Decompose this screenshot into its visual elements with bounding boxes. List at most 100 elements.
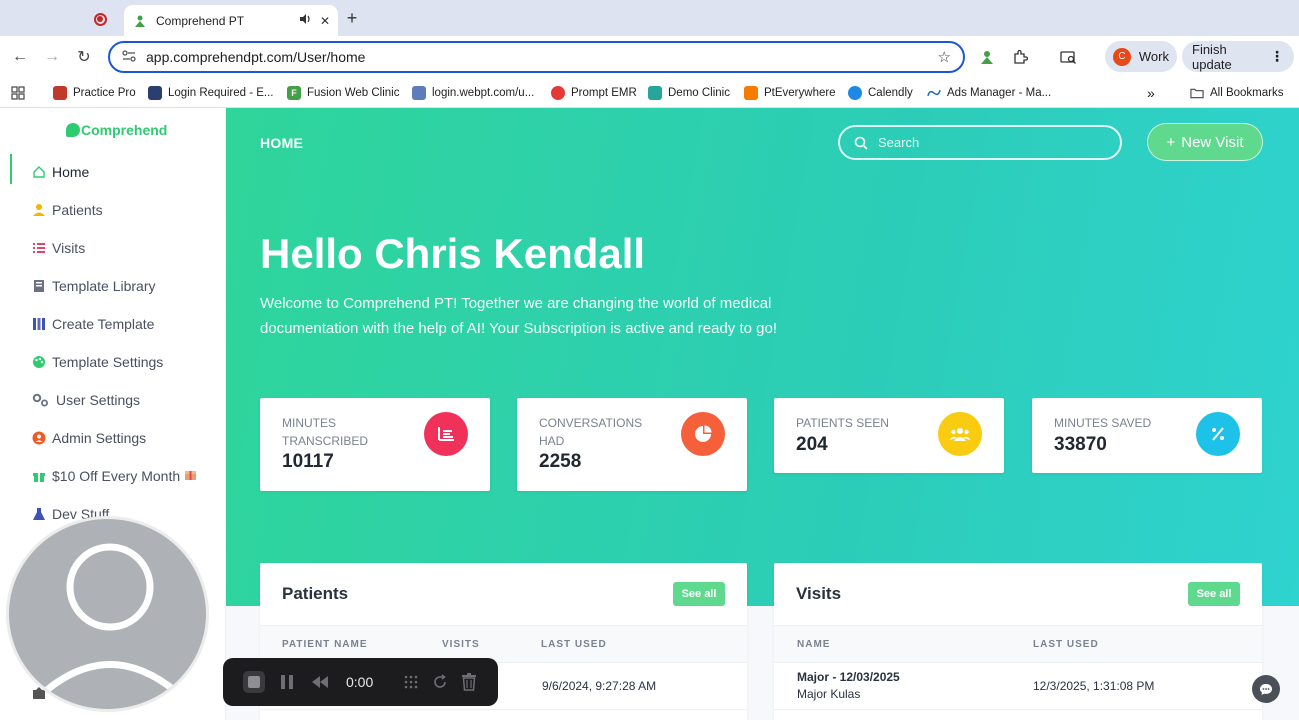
bookmark-label: Prompt EMR [571,87,637,99]
more-bookmarks-chevron-icon[interactable]: » [1147,82,1155,104]
visit-name-cell: Major - 12/03/2025 [797,670,900,684]
bookmark-item[interactable]: PtEverywhere [744,82,836,104]
chat-support-button[interactable] [1252,675,1280,703]
sidebar-item-admin-settings[interactable]: Admin Settings [32,426,146,450]
user-avatar-placeholder-icon [21,543,200,709]
address-bar[interactable]: app.comprehendpt.com/User/home ☆ [108,41,965,73]
bookmark-item[interactable]: Demo Clinic [648,82,730,104]
stop-recording-button[interactable] [243,671,265,693]
stat-card-minutes-transcribed: Minutes Transcribed 10117 [260,398,490,491]
bookmark-item[interactable]: Ads Manager - Ma... [927,82,1051,104]
brand-name: Comprehend [81,122,168,138]
bookmark-item[interactable]: Login Required - E... [148,82,273,104]
recording-toolbar: 0:00 [223,658,498,706]
new-visit-label: New Visit [1181,133,1244,151]
table-row[interactable]: Major - 12/03/2025 Major Kulas 12/3/2025… [774,663,1262,710]
sidebar-item-template-settings[interactable]: Template Settings [32,350,163,374]
sidebar-item-label: Create Template [52,316,155,332]
finish-update-button[interactable]: Finish update ⋮ [1182,41,1294,72]
browser-toolbar: ← → ↻ app.comprehendpt.com/User/home ☆ C… [0,36,1299,78]
reload-icon[interactable]: ↻ [73,46,95,68]
restart-button[interactable] [432,674,448,690]
bookmark-item[interactable]: F Fusion Web Clinic [287,82,399,104]
sidebar-item-label: $10 Off Every Month [52,468,181,484]
brand-logo[interactable]: Comprehend [66,122,167,138]
greeting: Hello Chris Kendall [260,230,646,277]
pause-icon [281,675,293,689]
sidebar-item-create-template[interactable]: Create Template [32,312,154,336]
column-header: LAST USED [541,639,607,650]
delete-recording-button[interactable] [461,673,477,691]
back-arrow-icon[interactable]: ← [9,46,31,68]
comprehend-extension-icon[interactable] [976,46,998,68]
bookmark-item[interactable]: login.webpt.com/u... [412,82,534,104]
trash-icon [462,673,476,691]
patients-see-all-button[interactable]: See all [673,582,725,606]
apps-grid-icon[interactable] [11,82,25,104]
sidebar-item-label: User Settings [56,392,141,408]
new-visit-button[interactable]: + New Visit [1147,123,1263,161]
palette-icon [32,355,46,369]
profile-button[interactable]: C Work [1105,41,1177,72]
users-icon [938,412,982,456]
recording-icon [93,12,107,26]
all-bookmarks[interactable]: All Bookmarks [1190,82,1284,104]
demo-clinic-icon [648,86,662,100]
sidebar-item-patients[interactable]: Patients [32,198,103,222]
welcome-line: Welcome to Comprehend PT! Together we ar… [260,295,772,312]
fusion-icon: F [287,86,301,100]
bar-chart-icon [424,412,468,456]
search-box[interactable] [838,125,1122,160]
bookmark-item[interactable]: Prompt EMR [551,82,637,104]
welcome-line: documentation with the help of AI! Your … [260,319,777,337]
close-tab-icon[interactable]: ✕ [320,14,330,28]
bookmark-label: Ads Manager - Ma... [947,87,1052,99]
recording-tab[interactable] [76,8,124,30]
sidebar-item-template-library[interactable]: Template Library [32,274,156,298]
admin-icon [32,431,46,445]
site-settings-icon[interactable] [122,49,138,65]
pause-button[interactable] [280,674,294,690]
sidebar-item-label: Template Library [52,278,156,294]
template-icon [32,317,46,331]
sidebar-item-home[interactable]: Home [32,160,89,184]
sidebar-item-label: Visits [52,240,86,256]
prompt-emr-icon [551,86,565,100]
more-menu-icon[interactable]: ⋮ [1270,48,1284,65]
tab-search-icon[interactable] [1057,46,1079,68]
stat-card-conversations: Conversations Had 2258 [517,398,747,491]
home-icon [32,165,46,179]
speaker-icon[interactable] [299,13,312,28]
search-input[interactable] [878,135,1098,150]
practice-pro-icon [53,86,67,100]
sidebar-item-visits[interactable]: Visits [32,236,85,260]
active-tab[interactable]: Comprehend PT ✕ [124,5,338,36]
grid-button[interactable] [403,674,419,690]
webcam-overlay[interactable] [6,516,209,712]
visits-see-all-button[interactable]: See all [1188,582,1240,606]
chat-bubble-icon [1260,683,1272,695]
extensions-puzzle-icon[interactable] [1009,46,1031,68]
plus-icon: + [1166,133,1176,151]
last-used-cell: 12/3/2025, 1:31:08 PM [1033,679,1155,693]
stat-card-patients-seen: Patients Seen 204 [774,398,1004,473]
profile-avatar: C [1113,47,1131,66]
card-title: Visits [796,584,842,603]
rewind-button[interactable] [311,675,329,689]
stat-value: 2258 [539,451,582,472]
restart-icon [434,674,446,688]
bookmark-star-icon[interactable]: ☆ [938,48,951,66]
sidebar-item-label: Home [52,164,90,180]
stat-value: 33870 [1054,434,1107,455]
visits-card: Visits See all NAME LAST USED Major - 12… [774,563,1262,720]
page-title: HOME [260,135,304,151]
bookmark-item[interactable]: Calendly [848,82,913,104]
gears-icon [32,393,50,407]
stop-icon [243,671,265,693]
stat-label: Conversations Had [539,416,643,448]
forward-arrow-icon[interactable]: → [41,46,63,68]
new-tab-button[interactable]: + [342,7,362,29]
sidebar-item-promo[interactable]: $10 Off Every Month [32,464,197,488]
sidebar-item-user-settings[interactable]: User Settings [32,388,140,412]
bookmark-item[interactable]: Practice Pro [53,82,136,104]
